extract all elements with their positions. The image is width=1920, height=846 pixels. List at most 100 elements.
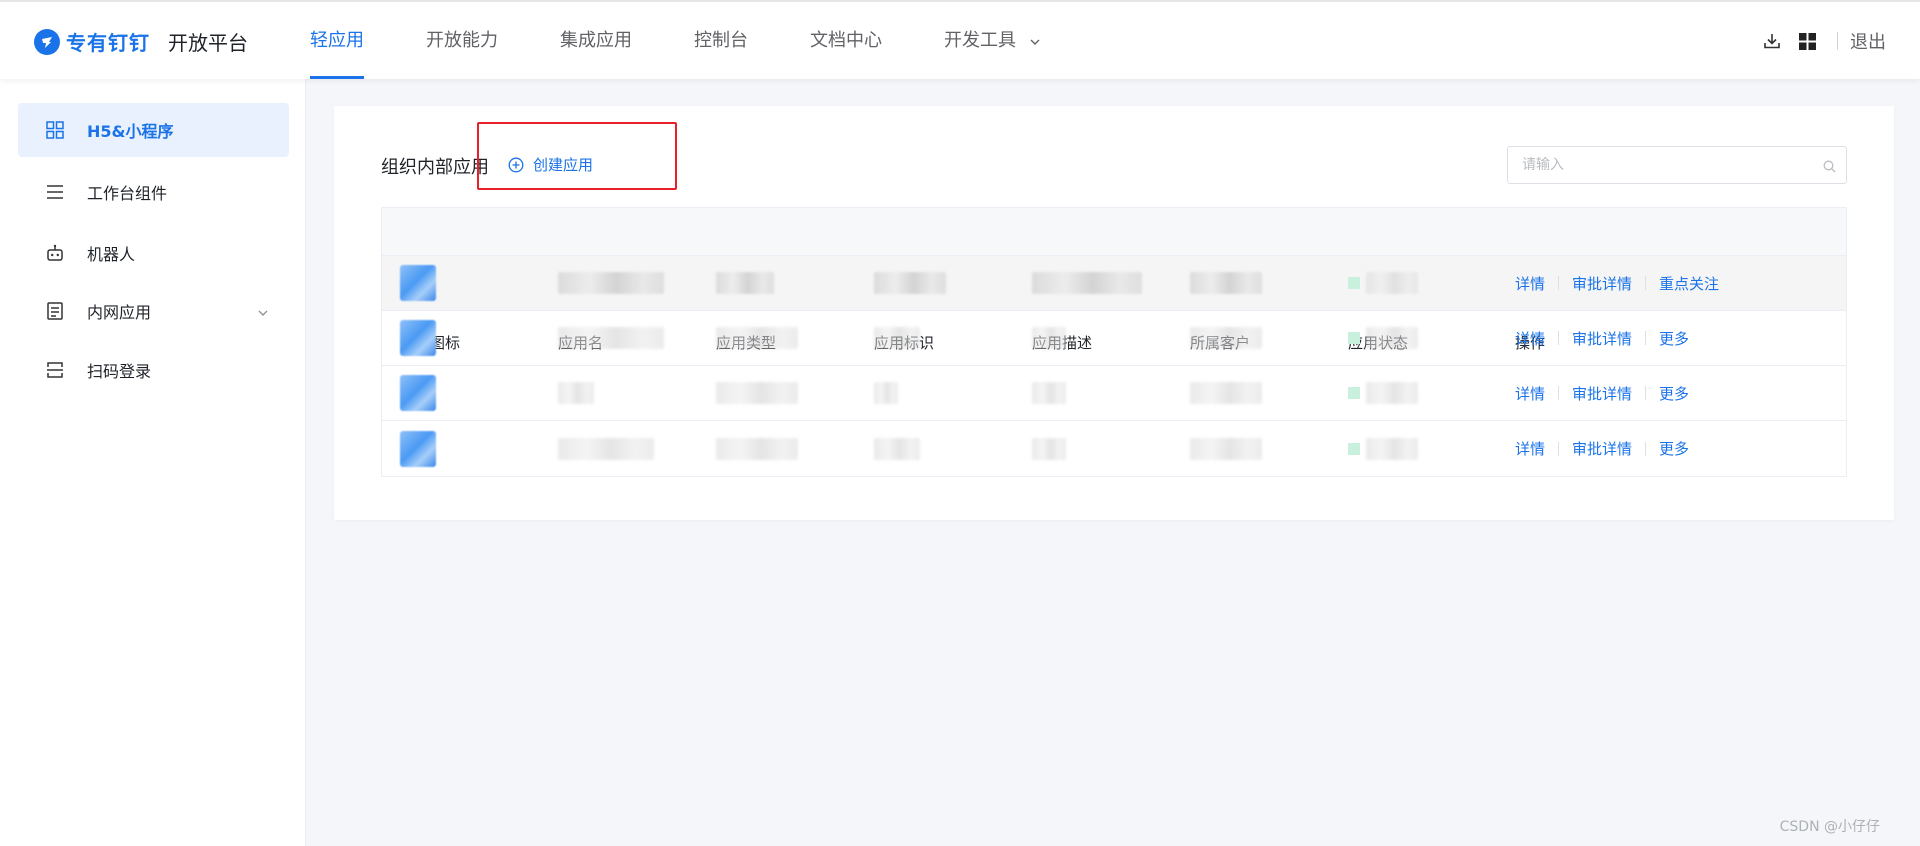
download-icon[interactable] [1762, 31, 1782, 51]
app-icon [400, 265, 436, 301]
nav-open-capabilities[interactable]: 开放能力 [426, 2, 498, 79]
logo[interactable]: 专有钉钉 开放平台 [34, 27, 248, 56]
redacted-text [1366, 327, 1418, 349]
status-cell [1348, 256, 1418, 310]
nav-label: 控制台 [694, 30, 748, 51]
scan-icon [45, 360, 65, 380]
redacted-text [1190, 382, 1262, 404]
details-link[interactable]: 详情 [1515, 328, 1545, 349]
app-id-cell [874, 256, 946, 310]
sidebar-item-qr-login[interactable]: 扫码登录 [18, 343, 289, 397]
create-app-button[interactable]: 创建应用 [508, 154, 593, 175]
app-icon [400, 430, 436, 467]
status-cell [1348, 311, 1418, 365]
logout-link[interactable]: 退出 [1850, 28, 1886, 54]
robot-icon [45, 243, 65, 263]
details-link[interactable]: 详情 [1515, 438, 1545, 459]
details-link[interactable]: 详情 [1515, 273, 1545, 294]
redacted-text [558, 382, 594, 404]
sidebar-item-h5-miniapp[interactable]: H5&小程序 [18, 103, 289, 157]
header-divider [1837, 32, 1838, 50]
redacted-text [558, 272, 664, 294]
row-actions: 详情 审批详情 重点关注 [1515, 256, 1719, 310]
action-divider [1558, 276, 1560, 290]
redacted-text [1190, 437, 1262, 460]
app-desc-cell [1032, 256, 1142, 310]
menu-lines-icon [45, 182, 65, 202]
approval-details-link[interactable]: 审批详情 [1572, 273, 1632, 294]
approval-details-link[interactable]: 审批详情 [1572, 438, 1632, 459]
app-id-cell [874, 311, 920, 365]
table-row[interactable]: 详情 审批详情 重点关注 [382, 256, 1846, 311]
main-nav: 轻应用 开放能力 集成应用 控制台 文档中心 开发工具 [310, 2, 1102, 79]
details-link[interactable]: 详情 [1515, 383, 1545, 404]
redacted-text [874, 437, 920, 460]
more-link[interactable]: 更多 [1659, 328, 1689, 349]
top-header: 专有钉钉 开放平台 轻应用 开放能力 集成应用 控制台 文档中心 开发工具 退出 [0, 0, 1920, 79]
app-desc-cell [1032, 421, 1066, 476]
redacted-text [716, 437, 798, 460]
search-icon[interactable] [1823, 158, 1836, 177]
table-row[interactable]: 详情 审批详情 更多 [382, 311, 1846, 366]
redacted-text [558, 437, 654, 460]
redacted-text [716, 327, 798, 349]
redacted-text [1032, 382, 1066, 404]
dingtalk-logo-icon [34, 28, 60, 55]
sidebar-item-label: 机器人 [87, 245, 136, 264]
action-divider [1645, 276, 1647, 290]
header-actions: 退出 [1747, 28, 1886, 54]
row-actions: 详情 审批详情 更多 [1515, 366, 1689, 420]
apps-card: 组织内部应用 创建应用 应用图标 应用名 应用类型 应用标识 应用描述 所属客户… [334, 106, 1894, 520]
customer-cell [1190, 311, 1262, 365]
customer-cell [1190, 421, 1262, 476]
search-input[interactable] [1508, 147, 1808, 183]
platform-name: 开放平台 [168, 31, 248, 55]
approval-details-link[interactable]: 审批详情 [1572, 383, 1632, 404]
app-icon [400, 320, 436, 356]
redacted-text [558, 327, 664, 349]
status-dot [1348, 332, 1360, 344]
app-icon-cell [400, 256, 436, 310]
more-link[interactable]: 更多 [1659, 438, 1689, 459]
redacted-text [874, 327, 920, 349]
app-desc-cell [1032, 366, 1066, 420]
redacted-text [1032, 437, 1066, 460]
sidebar-item-label: H5&小程序 [87, 122, 174, 141]
nav-integrated-apps[interactable]: 集成应用 [560, 2, 632, 79]
redacted-text [1032, 272, 1142, 294]
status-dot [1348, 387, 1360, 399]
app-id-cell [874, 421, 920, 476]
nav-light-apps[interactable]: 轻应用 [310, 2, 364, 79]
create-app-label: 创建应用 [533, 156, 594, 174]
app-type-cell [716, 311, 798, 365]
nav-dev-tools[interactable]: 开发工具 [944, 2, 1040, 79]
sidebar-item-label: 扫码登录 [87, 362, 152, 381]
apps-table: 应用图标 应用名 应用类型 应用标识 应用描述 所属客户 应用状态 操作 详情 … [381, 207, 1847, 477]
app-id-cell [874, 366, 898, 420]
redacted-text [716, 272, 774, 294]
sidebar-item-workbench-widgets[interactable]: 工作台组件 [18, 165, 289, 219]
chevron-down-icon[interactable] [257, 304, 269, 323]
focus-link[interactable]: 重点关注 [1659, 273, 1719, 294]
table-row[interactable]: 详情 审批详情 更多 [382, 421, 1846, 476]
table-row[interactable]: 详情 审批详情 更多 [382, 366, 1846, 421]
app-grid-icon[interactable] [1797, 31, 1817, 51]
row-actions: 详情 审批详情 更多 [1515, 421, 1689, 476]
row-actions: 详情 审批详情 更多 [1515, 311, 1689, 365]
redacted-text [716, 382, 798, 404]
nav-console[interactable]: 控制台 [694, 2, 748, 79]
more-link[interactable]: 更多 [1659, 383, 1689, 404]
nav-docs[interactable]: 文档中心 [810, 2, 882, 79]
action-divider [1645, 331, 1647, 345]
sidebar-item-intranet-apps[interactable]: 内网应用 [18, 284, 289, 338]
customer-cell [1190, 256, 1262, 310]
action-divider [1645, 386, 1647, 400]
app-name-cell [558, 421, 654, 476]
redacted-text [1032, 327, 1066, 349]
redacted-text [1366, 382, 1418, 404]
section-title: 组织内部应用 [381, 157, 489, 178]
sidebar-item-robot[interactable]: 机器人 [18, 226, 289, 280]
approval-details-link[interactable]: 审批详情 [1572, 328, 1632, 349]
redacted-text [1190, 272, 1262, 294]
app-icon [400, 375, 436, 411]
